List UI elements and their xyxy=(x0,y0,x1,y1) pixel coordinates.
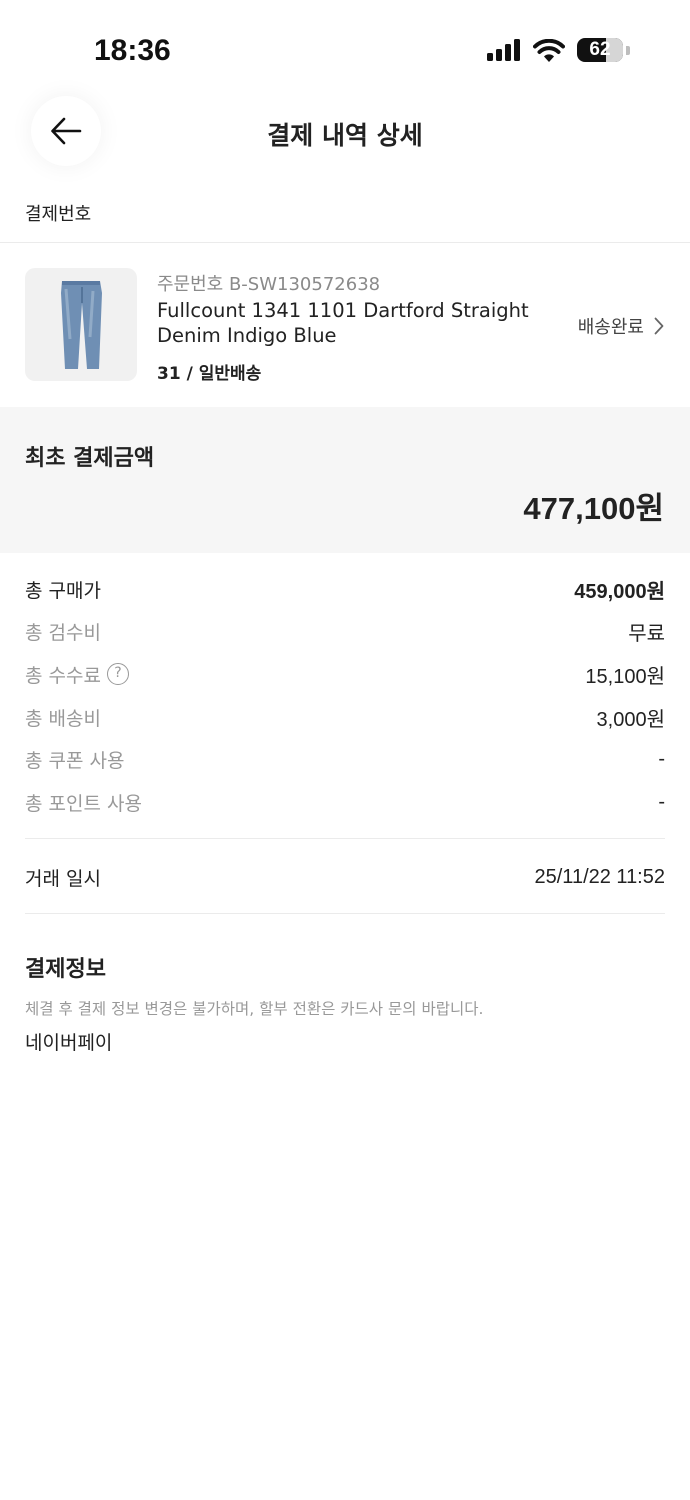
breakdown-value: 3,000원 xyxy=(596,708,665,731)
transaction-value: 25/11/22 11:52 xyxy=(534,865,666,888)
breakdown-label: 총 배송비 xyxy=(25,707,101,730)
breakdown-row: 총 포인트 사용 - xyxy=(25,781,665,824)
breakdown-value: 459,000원 xyxy=(574,580,665,603)
status-time: 18:36 xyxy=(94,34,171,67)
signal-icon xyxy=(487,39,520,61)
breakdown-label: 총 쿠폰 사용 xyxy=(25,750,125,773)
product-option: 31 / 일반배송 xyxy=(157,364,262,384)
wifi-icon xyxy=(533,38,565,62)
initial-payment-amount: 477,100원 xyxy=(523,491,664,526)
header: 결제 내역 상세 xyxy=(0,96,690,176)
breakdown-value: - xyxy=(658,790,665,813)
breakdown-value: 15,100원 xyxy=(585,665,665,688)
transaction-label: 거래 일시 xyxy=(25,867,101,890)
breakdown-row: 총 쿠폰 사용 - xyxy=(25,738,665,781)
battery-level: 62 xyxy=(589,39,611,60)
breakdown-label: 총 수수료 xyxy=(25,664,101,687)
breakdown-value: 무료 xyxy=(628,623,665,646)
breakdown-row: 총 검수비 무료 xyxy=(25,611,665,654)
payment-detail-screen: 18:36 62 결제 내역 상세 결제번호 주문번호 B-SW13057263… xyxy=(0,0,690,1500)
breakdown-value: - xyxy=(658,748,665,771)
initial-payment-box: 최초 결제금액 477,100원 xyxy=(0,407,690,553)
product-item[interactable]: 주문번호 B-SW130572638 Fullcount 1341 1101 D… xyxy=(0,243,690,407)
delivery-status-link[interactable]: 배송완료 xyxy=(578,313,664,339)
divider xyxy=(25,838,665,839)
transaction-datetime-row: 거래 일시 25/11/22 11:52 xyxy=(25,857,665,897)
breakdown-row: 총 구매가 459,000원 xyxy=(25,568,665,611)
help-icon[interactable]: ? xyxy=(106,663,129,686)
breakdown-row: 총 수수료 ? 15,100원 xyxy=(25,653,665,696)
initial-payment-label: 최초 결제금액 xyxy=(25,446,155,471)
jeans-thumbnail xyxy=(61,280,102,369)
breakdown-label: 총 포인트 사용 xyxy=(25,792,142,815)
status-icons: 62 xyxy=(487,38,630,62)
chevron-right-icon xyxy=(654,317,664,335)
price-breakdown: 총 구매가 459,000원 총 검수비 무료 총 수수료 ? 15,100원 … xyxy=(25,568,665,824)
payment-info-title: 결제정보 xyxy=(25,957,106,982)
divider xyxy=(25,913,665,914)
product-thumbnail xyxy=(25,268,137,381)
payment-info-note: 체결 후 결제 정보 변경은 불가하며, 할부 전환은 카드사 문의 바랍니다. xyxy=(25,1000,484,1018)
breakdown-label-wrap: 총 수수료 ? xyxy=(25,661,129,688)
page-title: 결제 내역 상세 xyxy=(267,121,423,150)
breakdown-label: 총 구매가 xyxy=(25,579,101,602)
order-number: 주문번호 B-SW130572638 xyxy=(157,274,381,295)
breakdown-row: 총 배송비 3,000원 xyxy=(25,696,665,739)
delivery-status-label: 배송완료 xyxy=(577,317,644,338)
breakdown-label: 총 검수비 xyxy=(25,622,101,645)
product-name: Fullcount 1341 1101 Dartford Straight De… xyxy=(157,299,529,347)
payment-number-label: 결제번호 xyxy=(25,204,92,225)
payment-method: 네이버페이 xyxy=(25,1032,113,1054)
battery-icon: 62 xyxy=(577,38,623,62)
battery-cap xyxy=(626,45,630,55)
status-bar: 18:36 62 xyxy=(0,0,690,96)
